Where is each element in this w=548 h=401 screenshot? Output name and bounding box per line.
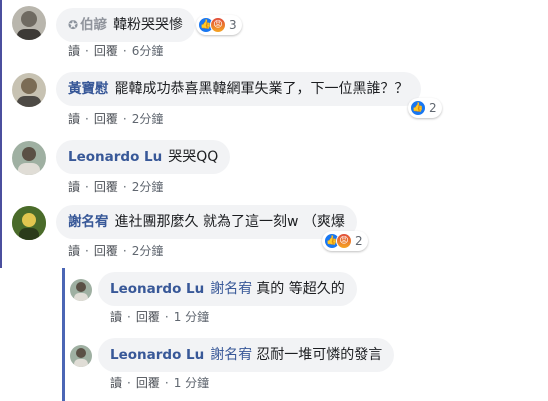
star-icon: ✪ [68,18,79,32]
read-link[interactable]: 讀 [68,42,80,59]
reply-actions: 讀 · 回覆 · 1 分鐘 [110,308,210,325]
author-name[interactable]: Leonardo Lu [110,347,204,363]
like-icon: 👍 [410,100,426,116]
timestamp[interactable]: 1 分鐘 [174,374,209,391]
avatar[interactable] [12,206,46,240]
read-link[interactable]: 讀 [68,110,80,127]
reaction-count: 3 [229,18,237,32]
reactions-badge[interactable]: 👍 😡 2 [322,231,368,251]
comment-actions: 讀 · 回覆 · 6分鐘 [68,42,164,59]
reply-bubble: Leonardo Lu 謝名宥 真的 等超久的 [98,272,357,306]
comment-actions: 讀 · 回覆 · 2分鐘 [68,178,164,195]
reply-actions: 讀 · 回覆 · 1 分鐘 [110,374,210,391]
comment-text: 哭哭QQ [168,149,219,165]
reaction-count: 2 [355,234,363,248]
avatar[interactable] [12,73,46,107]
author-name[interactable]: Leonardo Lu [110,281,204,297]
read-link[interactable]: 讀 [110,374,122,391]
reactions-badge[interactable]: 👍 2 [408,98,442,118]
comment-text: 罷韓成功恭喜黑韓網軍失業了，下一位黑誰？？ [114,81,409,97]
comment-bubble: 謝名宥 進社團那麼久 就為了這一刻w （爽爆 [56,205,357,239]
timestamp[interactable]: 2分鐘 [132,110,164,127]
reply-text: 忍耐一堆可憐的發言 [256,347,383,363]
timestamp[interactable]: 2分鐘 [132,178,164,195]
comment-bubble: ✪ 伯諺 韓粉哭哭慘 [56,8,196,42]
reactions-badge[interactable]: 👍 😡 3 [196,15,242,35]
reaction-count: 2 [429,101,437,115]
reply-link[interactable]: 回覆 [94,178,118,195]
reply-link[interactable]: 回覆 [136,374,160,391]
angry-icon: 😡 [210,17,226,33]
author-name[interactable]: 謝名宥 [68,214,109,230]
reply-link[interactable]: 回覆 [94,42,118,59]
read-link[interactable]: 讀 [110,308,122,325]
comment-actions: 讀 · 回覆 · 2分鐘 [68,110,164,127]
thread-rail [0,0,2,268]
reply-bubble: Leonardo Lu 謝名宥 忍耐一堆可憐的發言 [98,338,395,372]
avatar[interactable] [70,279,92,301]
comment-actions: 讀 · 回覆 · 2分鐘 [68,242,164,259]
comment-bubble: Leonardo Lu 哭哭QQ [56,140,231,174]
mention-tag[interactable]: 謝名宥 [210,347,252,363]
author-name[interactable]: Leonardo Lu [68,149,162,165]
timestamp[interactable]: 6分鐘 [132,42,164,59]
author-name[interactable]: 黃寶慰 [68,81,109,97]
read-link[interactable]: 讀 [68,242,80,259]
timestamp[interactable]: 1 分鐘 [174,308,209,325]
author-name[interactable]: 伯諺 [80,17,107,33]
reply-link[interactable]: 回覆 [94,110,118,127]
comment-text: 韓粉哭哭慘 [113,17,184,33]
reply-thread-rail [62,268,65,401]
reply-link[interactable]: 回覆 [136,308,160,325]
reply-text: 真的 等超久的 [256,281,345,297]
read-link[interactable]: 讀 [68,178,80,195]
timestamp[interactable]: 2分鐘 [132,242,164,259]
mention-tag[interactable]: 謝名宥 [210,281,252,297]
angry-icon: 😡 [336,233,352,249]
avatar[interactable] [12,141,46,175]
comment-bubble: 黃寶慰 罷韓成功恭喜黑韓網軍失業了，下一位黑誰？？ [56,72,421,106]
comment-text: 進社團那麼久 就為了這一刻w （爽爆 [114,214,345,230]
reply-link[interactable]: 回覆 [94,242,118,259]
avatar[interactable] [12,6,46,40]
avatar[interactable] [70,345,92,367]
